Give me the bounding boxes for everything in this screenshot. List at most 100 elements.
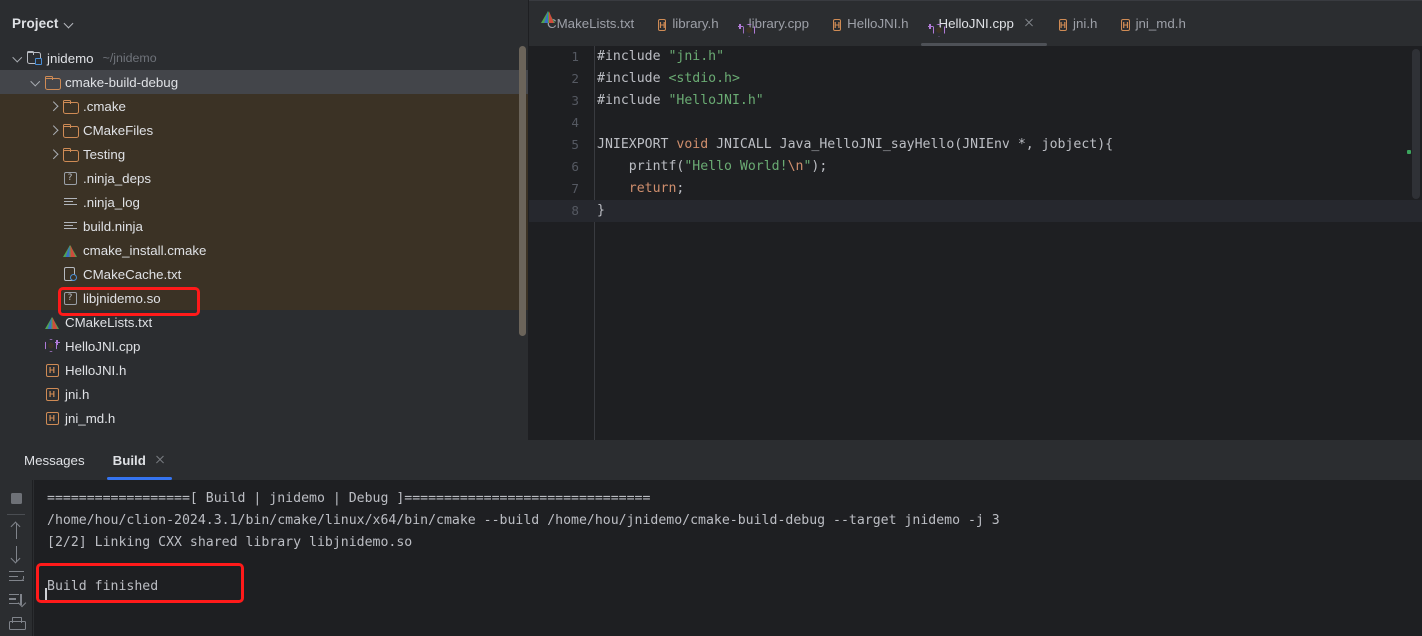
code-text: JNIEXPORT void JNICALL Java_HelloJNI_say… xyxy=(597,137,1114,152)
editor-tab-label: jni_md.h xyxy=(1135,15,1186,31)
editor-tab-library-h[interactable]: Hlibrary.h xyxy=(646,0,730,46)
tree-item-label: jnidemo xyxy=(47,50,94,66)
chevron-right-icon[interactable] xyxy=(48,148,60,160)
build-tool-window: Messages Build ==================[Build… xyxy=(0,440,1422,636)
editor-tab-cmakelists-txt[interactable]: CMakeLists.txt xyxy=(529,0,646,46)
soft-wrap-icon[interactable] xyxy=(5,566,27,587)
text-file-icon xyxy=(62,218,78,234)
editor-tab-bar: CMakeLists.txt Hlibrary.h library.cpp H Hell… xyxy=(529,0,1422,46)
editor-tab-jni-md-h[interactable]: Hjni_md.h xyxy=(1109,0,1197,46)
cmake-icon xyxy=(44,314,60,330)
stop-icon[interactable] xyxy=(5,488,27,509)
console-toolbar xyxy=(0,480,33,636)
text-file-icon xyxy=(62,194,78,210)
tree-item-path: ~/jnidemo xyxy=(102,51,157,65)
chevron-right-icon[interactable] xyxy=(48,100,60,112)
editor-tab-hellojni-cpp[interactable]: HelloJNI.cpp xyxy=(920,0,1048,46)
chevron-down-icon[interactable] xyxy=(64,18,75,29)
chevron-right-icon[interactable] xyxy=(48,124,60,136)
tree-item-label: Testing xyxy=(83,146,126,162)
tree-item--ninja-deps[interactable]: ? .ninja_deps xyxy=(0,166,528,190)
close-icon[interactable] xyxy=(1023,17,1035,29)
tree-item-libjnidemo-so[interactable]: ? libjnidemo.so xyxy=(0,286,528,310)
code-line[interactable]: 8} xyxy=(529,200,1422,222)
tree-item-hellojni-h[interactable]: H HelloJNI.h xyxy=(0,358,528,382)
code-line[interactable]: 2 #include <stdio.h> xyxy=(529,68,1422,90)
folder-icon xyxy=(62,146,79,162)
chevron-down-icon[interactable] xyxy=(12,52,24,64)
tree-item-label: HelloJNI.cpp xyxy=(65,338,141,354)
project-panel-header[interactable]: Project xyxy=(0,0,528,46)
toolbar-separator xyxy=(7,514,25,516)
bottom-tab-build[interactable]: Build xyxy=(101,440,178,480)
editor-tab-hellojni-h[interactable]: H HelloJNI.h xyxy=(821,0,920,46)
tree-item--cmake[interactable]: .cmake xyxy=(0,94,528,118)
tree-item-label: cmake-build-debug xyxy=(65,74,179,90)
header-file-icon: H xyxy=(44,386,60,402)
tree-item-cmake-build-debug[interactable]: cmake-build-debug xyxy=(0,70,528,94)
scroll-to-end-icon[interactable] xyxy=(5,590,27,611)
code-line[interactable]: 3 #include "HelloJNI.h" xyxy=(529,90,1422,112)
line-number: 2 xyxy=(571,71,579,86)
tree-item-hellojni-cpp[interactable]: HelloJNI.cpp xyxy=(0,334,528,358)
tree-item-jnidemo[interactable]: jnidemo ~/jnidemo xyxy=(0,46,528,70)
cmake-icon xyxy=(62,242,78,258)
editor-tab-label: library.h xyxy=(672,15,719,31)
header-file-icon: H xyxy=(44,362,60,378)
editor-tab-label: jni.h xyxy=(1073,15,1098,31)
tree-item-cmakecache-txt[interactable]: CMakeCache.txt xyxy=(0,262,528,286)
cmake-cache-icon xyxy=(62,266,78,282)
code-line[interactable]: 6 printf("Hello World!\n"); xyxy=(529,156,1422,178)
line-number: 7 xyxy=(571,181,579,196)
tree-item--ninja-log[interactable]: .ninja_log xyxy=(0,190,528,214)
code-text: } xyxy=(597,203,605,218)
console-line: /home/hou/clion-2024.3.1/bin/cmake/linux… xyxy=(47,513,1000,528)
close-icon[interactable] xyxy=(154,454,166,466)
unknown-file-icon: ? xyxy=(62,290,78,306)
line-number: 8 xyxy=(571,203,579,218)
tree-item-jni-h[interactable]: Hjni.h xyxy=(0,382,528,406)
header-file-icon: H xyxy=(1121,18,1130,31)
tree-item-cmake-install-cmake[interactable]: cmake_install.cmake xyxy=(0,238,528,262)
arrow-down-icon[interactable] xyxy=(5,543,27,564)
bottom-tab-bar: Messages Build xyxy=(0,440,1422,480)
tree-item-testing[interactable]: Testing xyxy=(0,142,528,166)
code-lines[interactable]: 1 #include "jni.h" 2 #include <stdio.h> 3 #in… xyxy=(529,46,1422,222)
code-editor[interactable]: 1 #include "jni.h" 2 #include <stdio.h> 3 #in… xyxy=(529,46,1422,459)
tree-item-cmakelists-txt[interactable]: CMakeLists.txt xyxy=(0,310,528,334)
chevron-down-icon[interactable] xyxy=(30,76,42,88)
code-line[interactable]: 7 return; xyxy=(529,178,1422,200)
project-file-tree[interactable]: jnidemo ~/jnidemo cmake-build-debug .cmake C… xyxy=(0,46,528,430)
tree-item-label: .ninja_deps xyxy=(83,170,152,186)
code-line[interactable]: 1 #include "jni.h" xyxy=(529,46,1422,68)
tree-item-jni-md-h[interactable]: Hjni_md.h xyxy=(0,406,528,430)
code-text: #include <stdio.h> xyxy=(597,71,740,86)
folder-icon xyxy=(62,122,79,138)
build-console-output[interactable]: ==================[ Build | jnidemo | De… xyxy=(34,480,1422,636)
header-file-icon: H xyxy=(44,410,60,426)
tree-item-build-ninja[interactable]: build.ninja xyxy=(0,214,528,238)
tree-item-cmakefiles[interactable]: CMakeFiles xyxy=(0,118,528,142)
tree-item-label: build.ninja xyxy=(83,218,143,234)
bottom-tab-messages[interactable]: Messages xyxy=(12,440,97,480)
project-scrollbar[interactable] xyxy=(519,46,526,336)
code-line[interactable]: 5 JNIEXPORT void JNICALL Java_HelloJNI_sa… xyxy=(529,134,1422,156)
print-icon[interactable] xyxy=(5,613,27,634)
code-line[interactable]: 4 xyxy=(529,112,1422,134)
editor-scrollbar[interactable] xyxy=(1412,49,1420,199)
project-tool-window: Project jnidemo ~/jnidemo cmake-build-debu… xyxy=(0,0,528,440)
code-text: printf("Hello World!\n"); xyxy=(597,159,828,174)
editor-tab-library-cpp[interactable]: library.cpp xyxy=(731,0,821,46)
arrow-up-icon[interactable] xyxy=(5,520,27,541)
editor-tab-jni-h[interactable]: Hjni.h xyxy=(1047,0,1110,46)
header-file-icon: H xyxy=(833,18,842,31)
project-panel-title: Project xyxy=(12,15,59,31)
tree-item-label: HelloJNI.h xyxy=(65,362,127,378)
bottom-tab-label: Messages xyxy=(24,452,85,468)
